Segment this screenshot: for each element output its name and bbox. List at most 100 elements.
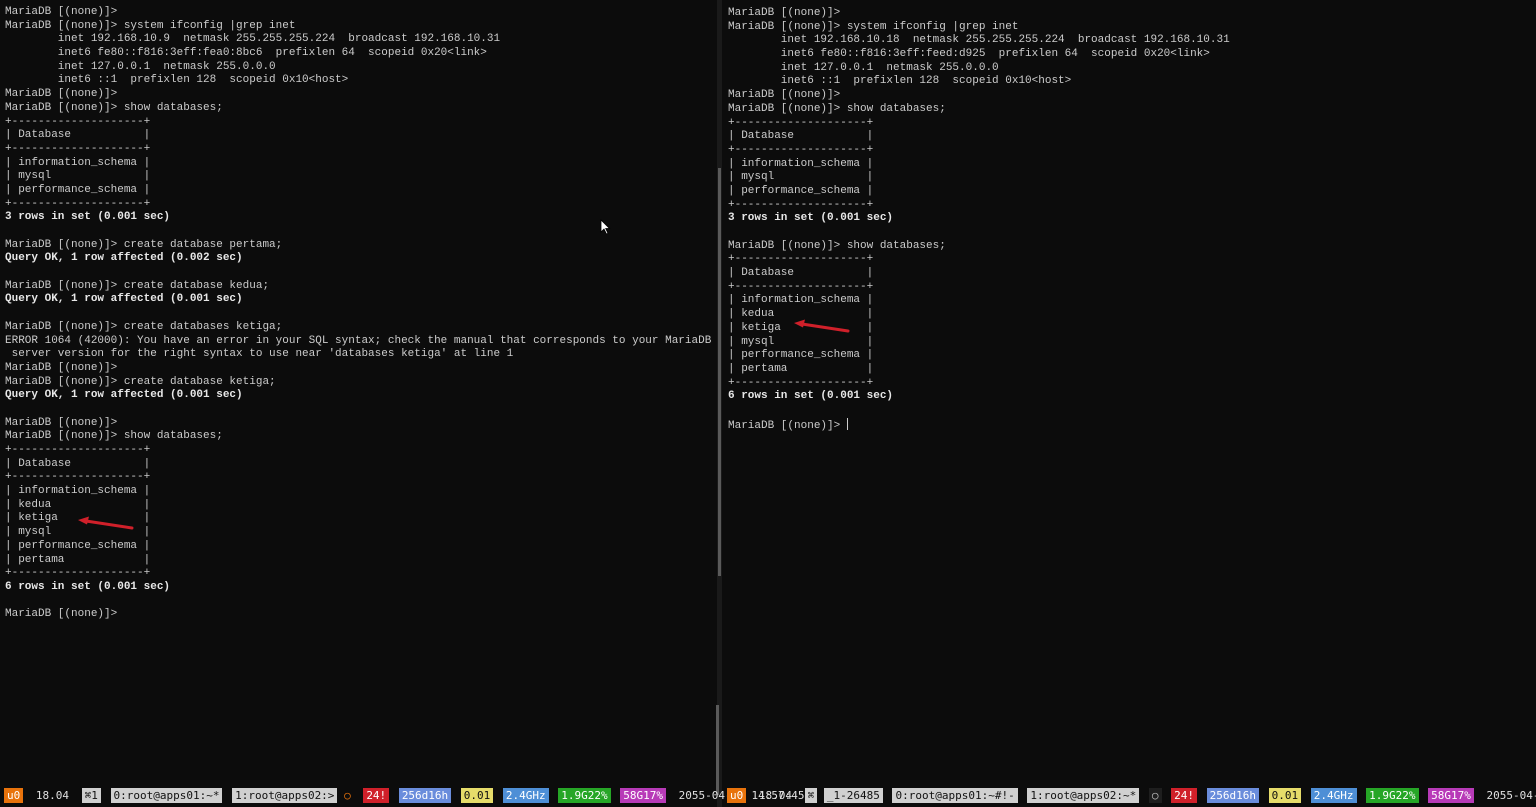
terminal-line: MariaDB [(none)]> (5, 361, 118, 374)
uptime-badge: 256d16h (398, 788, 452, 803)
mouse-pointer-icon (600, 219, 611, 235)
terminal-line: +--------------------+ (728, 143, 874, 156)
terminal-line: MariaDB [(none)]> system ifconfig |grep … (5, 19, 296, 32)
datetime: 2055-04-26 14:57:45 (1486, 789, 1536, 802)
terminal-line: MariaDB [(none)]> (728, 417, 848, 432)
terminal-line: | Database | (5, 457, 151, 470)
terminal-line: Query OK, 1 row affected (0.001 sec) (5, 389, 243, 402)
terminal-line: | Database | (728, 130, 874, 143)
terminal-line: | information_schema | (728, 157, 874, 170)
terminal-line: inet6 fe80::f816:3eff:fea0:8bc6 prefixle… (5, 47, 487, 60)
terminal-line: | performance_schema | (728, 349, 874, 362)
terminal-line: | mysql | (728, 335, 874, 348)
uptime-badge: 256d16h (1206, 788, 1260, 803)
terminal-line: ERROR 1064 (42000): You have an error in… (5, 334, 712, 347)
load-badge: 0.01 (1268, 788, 1302, 803)
terminal-line: | information_schema | (5, 156, 151, 169)
terminal-line: Query OK, 1 row affected (0.001 sec) (5, 293, 243, 306)
scrollbar-left[interactable] (718, 168, 721, 576)
terminal-line: inet 127.0.0.1 netmask 255.0.0.0 (5, 60, 276, 73)
terminal-line: 3 rows in set (0.001 sec) (728, 212, 894, 225)
terminal-line: 6 rows in set (0.001 sec) (5, 580, 171, 593)
terminal-line: server version for the right syntax to u… (5, 348, 514, 361)
terminal-line: | performance_schema | (728, 184, 874, 197)
session-badge: u0 (727, 788, 747, 803)
terminal-line: MariaDB [(none)]> (728, 89, 841, 102)
terminal-line: inet6 ::1 prefixlen 128 scopeid 0x10<hos… (5, 74, 349, 87)
terminal-line: | kedua | (5, 498, 151, 511)
terminal-line: +--------------------+ (5, 197, 151, 210)
tmux-status-bar-right: u0 18.04 ⌘ _1-26485 0:root@apps01:~#!- 1… (727, 788, 1536, 803)
terminal-line: MariaDB [(none)]> create database kedua; (5, 279, 270, 292)
session-badge: u0 (4, 788, 24, 803)
terminal-line: MariaDB [(none)]> show databases; (5, 101, 223, 114)
terminal-line: +--------------------+ (5, 142, 151, 155)
terminal-line: MariaDB [(none)]> (5, 608, 118, 621)
terminal-line: MariaDB [(none)]> system ifconfig |grep … (728, 20, 1019, 33)
os-version: 18.04 (758, 789, 792, 802)
window-tab-1[interactable]: 1:root@apps02:> (232, 788, 338, 803)
terminal-line: MariaDB [(none)]> show databases; (728, 239, 946, 252)
terminal-line: MariaDB [(none)]> (5, 6, 118, 18)
terminal-line: inet 192.168.10.9 netmask 255.255.255.22… (5, 33, 501, 46)
cpu-badge: 2.4GHz (502, 788, 549, 803)
terminal-line: | pertama | (5, 553, 151, 566)
terminal-pane-left[interactable]: MariaDB [(none)]> MariaDB [(none)]> syste… (0, 0, 717, 807)
terminal-line: | mysql | (5, 170, 151, 183)
terminal-line: | pertama | (728, 362, 874, 375)
scrollbar-bottom[interactable] (716, 705, 719, 795)
alerts-badge: 24! (1171, 788, 1198, 803)
terminal-line: | performance_schema | (5, 183, 151, 196)
os-version: 18.04 (35, 789, 69, 802)
terminal-line: inet 192.168.10.18 netmask 255.255.255.2… (728, 34, 1230, 47)
terminal-line: inet 127.0.0.1 netmask 255.0.0.0 (728, 61, 999, 74)
terminal-line: inet6 fe80::f816:3eff:feed:d925 prefixle… (728, 48, 1210, 61)
terminal-line: MariaDB [(none)]> create databases ketig… (5, 320, 283, 333)
window-tab-0[interactable]: 0:root@apps01:~#!- (892, 788, 1018, 803)
terminal-line: 6 rows in set (0.001 sec) (728, 390, 894, 403)
terminal-line: +--------------------+ (728, 376, 874, 389)
red-arrow-annotation-right (794, 319, 850, 333)
window-tab-0[interactable]: 0:root@apps01:~* (110, 788, 223, 803)
terminal-pane-right[interactable]: MariaDB [(none)]> MariaDB [(none)]> syste… (722, 0, 1536, 807)
terminal-line: +--------------------+ (728, 253, 874, 266)
terminal-line: +--------------------+ (728, 116, 874, 129)
terminal-line: | information_schema | (5, 485, 151, 498)
terminal-line: +--------------------+ (5, 115, 151, 128)
session-id: _1-26485 (823, 788, 883, 803)
terminal-line: +--------------------+ (728, 198, 874, 211)
terminal-output-right: MariaDB [(none)]> MariaDB [(none)]> syste… (728, 7, 1230, 432)
load-badge: 0.01 (460, 788, 494, 803)
status-marker: ○ (344, 789, 351, 802)
terminal-line: Query OK, 1 row affected (0.002 sec) (5, 252, 243, 265)
disk-badge: 58G17% (620, 788, 667, 803)
terminal-line: +--------------------+ (5, 444, 151, 456)
memory-badge: 1.9G22% (558, 788, 611, 803)
window-icon: ⌘ (804, 788, 818, 803)
disk-badge: 58G17% (1428, 788, 1474, 803)
window-icon: ⌘1 (81, 788, 101, 803)
terminal-line: +--------------------+ (5, 471, 151, 484)
terminal-line: MariaDB [(none)]> show databases; (5, 430, 223, 443)
terminal-line: | information_schema | (728, 294, 874, 307)
terminal-line: MariaDB [(none)]> create database ketiga… (5, 375, 276, 388)
text-cursor (846, 417, 848, 430)
terminal-line: MariaDB [(none)]> (5, 416, 118, 429)
terminal-line: | Database | (728, 267, 874, 280)
cpu-badge: 2.4GHz (1310, 788, 1357, 803)
status-marker: ○ (1148, 788, 1162, 803)
terminal-line: +--------------------+ (728, 280, 874, 293)
terminal-line: MariaDB [(none)]> create database pertam… (5, 238, 283, 251)
terminal-line: | Database | (5, 129, 151, 142)
terminal-line: | mysql | (728, 171, 874, 184)
window-tab-1[interactable]: 1:root@apps02:~* (1027, 788, 1140, 803)
memory-badge: 1.9G22% (1366, 788, 1419, 803)
red-arrow-annotation-left (78, 516, 134, 530)
tmux-status-bar-left: u0 18.04 ⌘1 0:root@apps01:~* 1:root@apps… (4, 788, 811, 803)
terminal-line: MariaDB [(none)]> show databases; (728, 102, 946, 115)
